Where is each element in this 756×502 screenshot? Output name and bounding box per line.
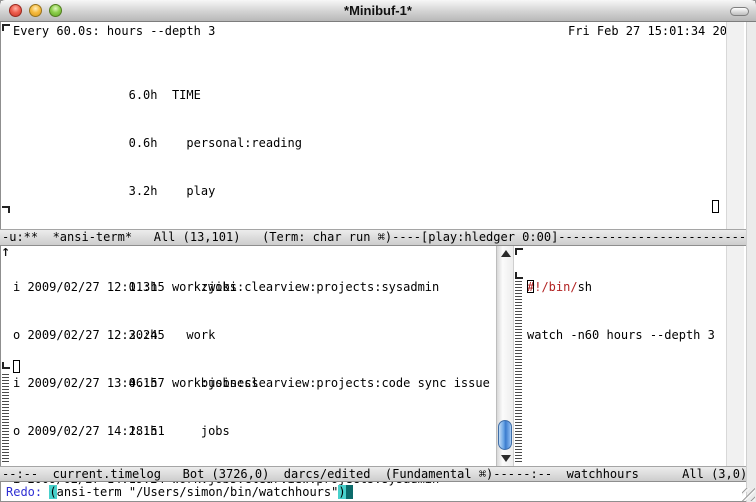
scroll-down-arrow-icon[interactable] <box>501 455 511 462</box>
buffer-top-angle-icon <box>2 24 10 31</box>
empty-lines-indicator <box>2 374 9 462</box>
minibuffer[interactable]: Redo: (ansi-term "/Users/simon/bin/watch… <box>6 484 353 500</box>
modeline-timelog[interactable]: --:-- current.timelog Bot (3726,0) darcs… <box>0 466 514 482</box>
script-buffer: #!/bin/sh watch -n60 hours --depth 3 <box>527 247 725 375</box>
scroll-above-indicator-icon: ↑ <box>1 245 10 261</box>
empty-lines-indicator <box>515 281 522 462</box>
timelog-scrollbar[interactable] <box>496 246 514 466</box>
shebang-shell: sh <box>578 280 592 294</box>
paren-open: ( <box>49 485 56 499</box>
ansi-term-scrollbar-track[interactable] <box>726 22 744 229</box>
timelog-line: o 2009/02/27 14:18:51 <box>13 423 495 439</box>
shebang-line: #!/bin/sh <box>527 279 725 295</box>
paren-close: ) <box>338 485 345 499</box>
timelog-line: i 2009/02/27 13:46:57 work:jobs:clearvie… <box>13 375 495 391</box>
modeline-ansi-term[interactable]: -u:** *ansi-term* All (13,101) (Term: ch… <box>0 229 746 246</box>
terminal-cursor <box>712 200 719 213</box>
frame-right-border <box>746 22 756 502</box>
watch-timestamp: Fri Feb 27 15:01:34 2009 <box>568 23 741 39</box>
script-cursor <box>527 280 534 293</box>
modeline-watchhours[interactable]: --:-- watchhours All (3,0) <box>514 466 746 482</box>
buffer-end-angle-icon <box>2 362 10 369</box>
script-line: watch -n60 hours --depth 3 <box>527 327 725 343</box>
shebang-interpreter: #!/bin/ <box>527 280 578 294</box>
buffer-top-angle-icon <box>515 248 523 255</box>
buffer-cursor <box>13 360 20 373</box>
report-line: 3.2h play <box>13 183 713 199</box>
report-line: 6.0h TIME <box>13 87 713 103</box>
report-line: 0.6h personal:reading <box>13 135 713 151</box>
script-scrollbar-track[interactable] <box>726 246 744 466</box>
scroll-up-arrow-icon[interactable] <box>501 250 511 257</box>
toolbar-toggle-button[interactable] <box>730 7 749 16</box>
resize-grip-icon[interactable] <box>742 488 755 501</box>
timelog-buffer: i 2009/02/27 12:11:15 work:jobs:clearvie… <box>13 247 495 502</box>
watch-header: Every 60.0s: hours --depth 3 <box>13 23 215 39</box>
minibuffer-cursor <box>346 485 353 499</box>
timelog-line: i 2009/02/27 12:11:15 work:jobs:clearvie… <box>13 279 495 295</box>
window-title: *Minibuf-1* <box>0 3 756 18</box>
buffer-end-angle-icon <box>515 272 523 279</box>
emacs-frame: *Minibuf-1* Every 60.0s: hours --depth 3… <box>0 0 756 502</box>
buffer-end-angle-icon <box>2 206 10 213</box>
scrollbar-thumb[interactable] <box>498 420 512 450</box>
titlebar[interactable]: *Minibuf-1* <box>0 0 756 22</box>
minibuffer-prompt: Redo: <box>6 485 49 499</box>
timelog-line: o 2009/02/27 12:30:45 <box>13 327 495 343</box>
minibuffer-command: ansi-term "/Users/simon/bin/watchhours" <box>57 485 339 499</box>
